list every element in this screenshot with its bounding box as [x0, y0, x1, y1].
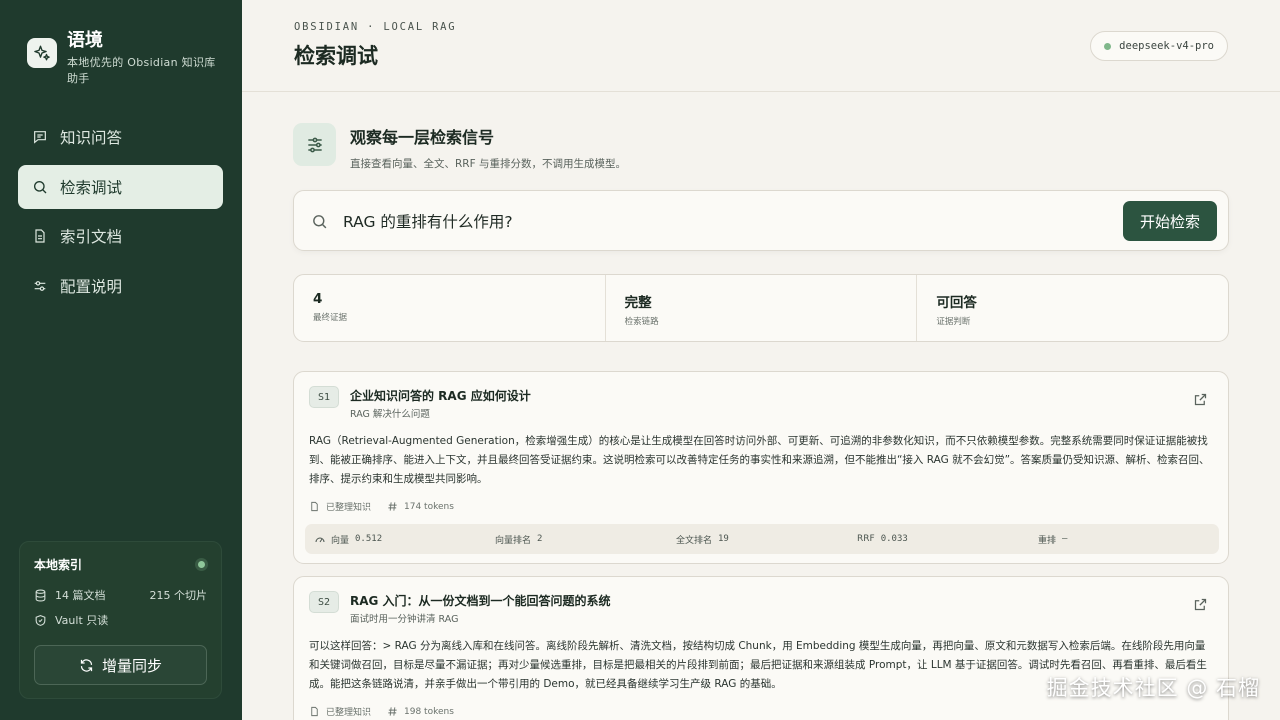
section-subtitle: 直接查看向量、全文、RRF 与重排分数，不调用生成模型。 [350, 158, 626, 170]
model-badge[interactable]: deepseek-v4-pro [1090, 31, 1228, 61]
status-dot [198, 561, 205, 568]
sidebar-item-retrieval-debug[interactable]: 检索调试 [18, 164, 223, 209]
refresh-icon [79, 658, 94, 673]
chunk-count: 215 个切片 [149, 589, 208, 602]
model-status-dot [1104, 42, 1112, 50]
sparkle-logo-icon [27, 38, 57, 68]
stat-label: 检索链路 [624, 317, 659, 327]
section-title: 观察每一层检索信号 [350, 128, 495, 147]
result-title: 企业知识问答的 RAG 应如何设计 [350, 389, 531, 403]
score-rrf: RRF 0.033 [857, 534, 1038, 544]
incremental-sync-button[interactable]: 增量同步 [34, 645, 207, 685]
section-header: 观察每一层检索信号 直接查看向量、全文、RRF 与重排分数，不调用生成模型。 [293, 123, 626, 171]
stat-final-evidence: 4 最终证据 [294, 275, 606, 341]
top-bar: OBSIDIAN · LOCAL RAG 检索调试 deepseek-v4-pr… [242, 0, 1280, 92]
score-fulltext-rank: 全文排名 19 [676, 533, 857, 546]
shield-icon [34, 614, 47, 627]
stat-label: 最终证据 [313, 313, 348, 323]
stat-value: 完整 [624, 295, 652, 311]
main-content: OBSIDIAN · LOCAL RAG 检索调试 deepseek-v4-pr… [242, 0, 1280, 720]
sliders-icon [293, 123, 336, 166]
sync-button-label: 增量同步 [101, 656, 162, 675]
score-label: 向量排名 [495, 535, 532, 546]
settings-icon [32, 278, 48, 294]
result-card: S1 企业知识问答的 RAG 应如何设计 RAG 解决什么问题 RAG（Retr… [293, 371, 1229, 564]
model-name: deepseek-v4-pro [1119, 40, 1214, 52]
score-value: 19 [718, 534, 729, 544]
score-rerank: 重排 — [1038, 533, 1219, 546]
index-title: 本地索引 [34, 558, 83, 572]
search-bar: 开始检索 [293, 190, 1229, 251]
score-value: 0.033 [880, 534, 908, 544]
search-input[interactable] [343, 209, 1103, 233]
stat-value: 4 [313, 291, 323, 307]
stat-label: 证据判断 [936, 317, 971, 327]
local-index-card: 本地索引 14 篇文档 215 个切片 Vault 只读 增量同步 [19, 541, 222, 699]
sidebar-item-label: 配置说明 [60, 277, 123, 296]
brand: 语境 本地优先的 Obsidian 知识库助手 [27, 30, 217, 87]
database-icon [34, 589, 47, 602]
score-label: 全文排名 [676, 535, 713, 546]
result-meta: 已整理知识 174 tokens [309, 500, 454, 513]
stat-evidence-judgement: 可回答 证据判断 [917, 275, 1228, 341]
sidebar-item-config[interactable]: 配置说明 [18, 264, 223, 308]
result-subtitle: RAG 解决什么问题 [350, 409, 430, 420]
sidebar-item-label: 索引文档 [60, 228, 123, 246]
result-meta: 已整理知识 198 tokens [309, 705, 454, 718]
chat-icon [32, 129, 48, 145]
external-link-icon[interactable] [1193, 597, 1208, 612]
result-subtitle: 面试时用一分钟讲清 RAG [350, 614, 459, 625]
score-label: 向量 [331, 535, 350, 546]
eyebrow: OBSIDIAN · LOCAL RAG [294, 21, 457, 33]
score-value: — [1062, 534, 1068, 544]
sidebar-item-index-docs[interactable]: 索引文档 [18, 214, 223, 258]
stats-panel: 4 最终证据 完整 检索链路 可回答 证据判断 [293, 274, 1229, 342]
hash-icon [387, 706, 398, 717]
sidebar-item-label: 检索调试 [60, 178, 123, 197]
brand-subtitle: 本地优先的 Obsidian 知识库助手 [67, 56, 216, 85]
start-search-button[interactable]: 开始检索 [1123, 201, 1217, 241]
document-icon [32, 228, 48, 244]
result-title: RAG 入门：从一份文档到一个能回答问题的系统 [350, 594, 611, 608]
token-count: 198 tokens [404, 706, 454, 717]
hash-icon [387, 501, 398, 512]
sidebar-item-label: 知识问答 [60, 129, 123, 147]
score-row: 向量 0.512 向量排名 2 全文排名 19 RRF 0.033 重排 — [305, 524, 1219, 554]
result-body: RAG（Retrieval-Augmented Generation，检索增强生… [309, 435, 1210, 485]
stat-retrieval-chain: 完整 检索链路 [606, 275, 918, 341]
source-badge: S2 [309, 591, 339, 613]
source-label: 已整理知识 [326, 503, 372, 513]
search-icon [311, 213, 328, 230]
watermark: 掘金技术社区 @ 石榴 [1046, 676, 1260, 700]
sidebar-nav: 知识问答 检索调试 索引文档 配置说明 [18, 115, 223, 313]
stat-value: 可回答 [936, 295, 977, 311]
sidebar-item-qa[interactable]: 知识问答 [18, 115, 223, 159]
score-value: 2 [537, 534, 543, 544]
score-label: RRF [857, 534, 875, 544]
source-label: 已整理知识 [326, 708, 372, 718]
sidebar: 语境 本地优先的 Obsidian 知识库助手 知识问答 检索调试 索引文档 配… [0, 0, 242, 720]
score-label: 重排 [1038, 535, 1057, 546]
score-value: 0.512 [355, 534, 383, 544]
file-icon [309, 706, 320, 717]
file-icon [309, 501, 320, 512]
score-vector-rank: 向量排名 2 [495, 533, 676, 546]
doc-count: 14 篇文档 [55, 589, 106, 602]
search-icon [32, 179, 48, 195]
vault-status: Vault 只读 [55, 614, 109, 627]
external-link-icon[interactable] [1193, 392, 1208, 407]
gauge-icon [314, 533, 326, 545]
token-count: 174 tokens [404, 501, 454, 512]
source-badge: S1 [309, 386, 339, 408]
brand-name: 语境 [67, 30, 103, 51]
page-title: 检索调试 [294, 44, 378, 68]
score-vector: 向量 0.512 [314, 533, 495, 546]
